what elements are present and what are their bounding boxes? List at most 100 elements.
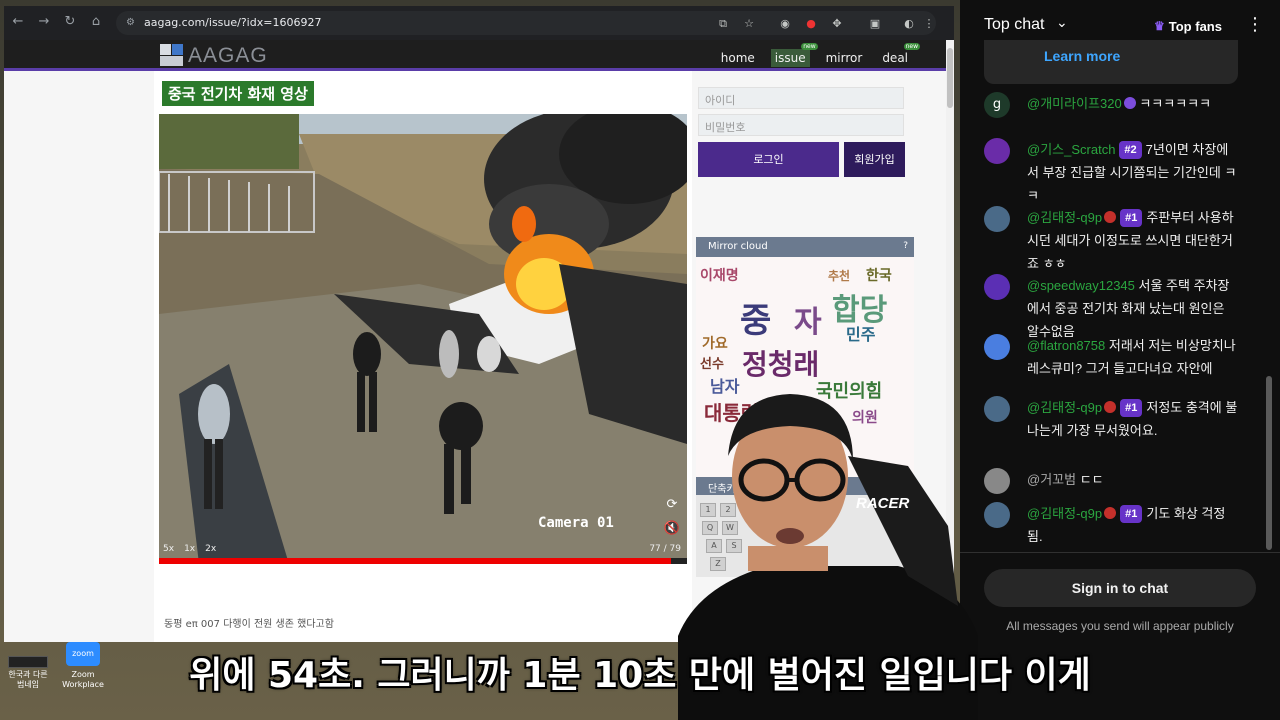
post-column: 중국 전기차 화재 영상 Camera 01 ⟳ 🔇 5x 1x 2x 77 /… — [154, 71, 692, 642]
chat-author[interactable]: @flatron8758 — [1027, 338, 1105, 353]
avatar[interactable]: g — [984, 92, 1010, 118]
chat-text: ㄷㄷ — [1079, 472, 1104, 487]
install-icon[interactable]: ⧉ — [716, 17, 730, 31]
mirror-cloud-title: Mirror cloud — [708, 241, 768, 252]
chat-author[interactable]: @기스_Scratch — [1027, 142, 1115, 157]
chat-message-body: @김태정-q9p #1 기도 화상 걱정됨. — [1027, 502, 1239, 548]
site-logo-icon[interactable] — [160, 44, 184, 66]
top-fan-rank-badge: #2 — [1119, 141, 1142, 159]
cloud-word[interactable]: 한국 — [866, 265, 892, 285]
member-badge-icon — [1123, 97, 1136, 109]
video-progress-fill — [159, 558, 672, 564]
side-panel-icon[interactable]: ▣ — [868, 17, 882, 31]
chat-message-body: @거꼬범 ㄷㄷ — [1027, 468, 1239, 491]
site-header: AAGAG home issue new mirror deal new — [4, 40, 954, 70]
top-fan-rank-badge: #1 — [1120, 505, 1143, 523]
top-fan-rank-badge: #1 — [1120, 209, 1143, 227]
frame-counter: 77 / 79 — [649, 544, 681, 554]
top-fan-rank-badge: #1 — [1120, 399, 1143, 417]
chat-author[interactable]: @김태정-q9p — [1027, 506, 1102, 521]
forward-icon[interactable]: → — [36, 14, 52, 30]
chevron-down-icon[interactable]: ⌄ — [1056, 15, 1068, 31]
sign-in-to-chat-button[interactable]: Sign in to chat — [984, 569, 1256, 607]
address-bar[interactable]: ⚙ aagag.com/issue/?idx=1606927 ⧉ ☆ ◉ ● ✥… — [116, 11, 936, 35]
crown-icon: ♛ — [1154, 19, 1165, 33]
learn-more-card: Learn more — [984, 40, 1238, 84]
avatar[interactable] — [984, 206, 1010, 232]
speed-5x-button[interactable]: 5x — [163, 544, 174, 554]
extension-icon-1[interactable]: ◉ — [778, 17, 792, 31]
chat-scrollbar[interactable] — [1266, 60, 1272, 550]
extensions-puzzle-icon[interactable]: ✥ — [830, 17, 844, 31]
chat-scroll-thumb[interactable] — [1266, 376, 1272, 550]
top-fans-label: Top fans — [1168, 18, 1222, 34]
svg-text:RACER: RACER — [856, 495, 910, 512]
learn-more-link[interactable]: Learn more — [1044, 48, 1120, 64]
cloud-word[interactable]: 가요 — [702, 333, 728, 353]
browser-menu-icon[interactable]: ⋮ — [922, 17, 936, 31]
chat-message-body: @개미라이프320 ㅋㅋㅋㅋㅋㅋ — [1027, 92, 1239, 115]
chat-author[interactable]: @개미라이프320 — [1027, 96, 1122, 111]
cloud-word[interactable]: 민주 — [846, 321, 875, 345]
site-info-icon[interactable]: ⚙ — [126, 17, 138, 29]
new-badge: new — [903, 43, 920, 50]
signup-button[interactable]: 회원가입 — [844, 142, 905, 177]
chat-message-body: @speedway12345 서울 주택 주차장에서 중공 전기차 화재 났는대… — [1027, 274, 1239, 343]
nav-issue[interactable]: issue new — [770, 43, 818, 67]
post-caption: 동평 eπ 007 다행이 전원 생존 했다고함 — [164, 619, 334, 630]
avatar[interactable] — [984, 334, 1010, 360]
avatar[interactable] — [984, 396, 1010, 422]
video-frame — [159, 114, 687, 564]
member-badge-icon — [1104, 507, 1117, 519]
more-options-icon[interactable]: ⋮ — [1246, 14, 1264, 36]
camera-label: Camera 01 — [538, 515, 614, 531]
reload-icon[interactable]: ↻ — [62, 14, 78, 30]
id-field[interactable]: 아이디 — [698, 87, 904, 109]
back-icon[interactable]: ← — [10, 14, 26, 30]
cloud-word[interactable]: 중 — [740, 293, 771, 342]
member-badge-icon — [1104, 211, 1117, 223]
cloud-word[interactable]: 자 — [794, 297, 822, 341]
cloud-word[interactable]: 추천 — [828, 267, 850, 284]
password-field[interactable]: 비밀번호 — [698, 114, 904, 136]
chat-message-body: @기스_Scratch #2 7년이면 차장에서 부장 진급할 시기쯤되는 기간인데… — [1027, 138, 1239, 207]
page-scroll-thumb[interactable] — [947, 48, 953, 108]
avatar[interactable] — [984, 502, 1010, 528]
site-nav: home issue new mirror deal new — [717, 43, 920, 67]
extension-icon-2[interactable]: ● — [804, 17, 818, 31]
speed-controls: 5x 1x 2x — [163, 544, 216, 554]
video-player[interactable]: Camera 01 ⟳ 🔇 5x 1x 2x 77 / 79 — [159, 114, 687, 564]
chat-author[interactable]: @거꼬범 — [1027, 472, 1076, 487]
nav-home[interactable]: home — [717, 49, 759, 67]
public-messages-note: All messages you send will appear public… — [1006, 619, 1234, 633]
profile-avatar-icon[interactable]: ◐ — [902, 17, 916, 31]
new-badge: new — [801, 43, 818, 50]
avatar[interactable] — [984, 138, 1010, 164]
site-logo-text[interactable]: AAGAG — [188, 44, 268, 68]
mirror-cloud-header: Mirror cloud ? — [696, 237, 914, 257]
home-icon[interactable]: ⌂ — [88, 14, 104, 30]
chat-author[interactable]: @김태정-q9p — [1027, 400, 1102, 415]
live-chat-panel: Top chat ⌄ ♛ Top fans ⋮ Learn more g @개미라… — [960, 0, 1280, 720]
address-url[interactable]: aagag.com/issue/?idx=1606927 — [144, 16, 321, 29]
nav-deal[interactable]: deal new — [878, 43, 920, 67]
speed-1x-button[interactable]: 1x — [184, 544, 195, 554]
chat-author[interactable]: @김태정-q9p — [1027, 210, 1102, 225]
nav-mirror[interactable]: mirror — [822, 49, 867, 67]
top-fans-button[interactable]: ♛ Top fans — [1146, 14, 1230, 38]
chat-mode-title[interactable]: Top chat — [984, 16, 1044, 34]
avatar[interactable] — [984, 274, 1010, 300]
video-progress-bar[interactable] — [159, 558, 687, 564]
cloud-word[interactable]: 이재명 — [700, 265, 739, 285]
chat-message-body: @김태정-q9p #1 저정도 충격에 불나는게 가장 무서웠어요. — [1027, 396, 1239, 442]
chat-author[interactable]: @speedway12345 — [1027, 278, 1135, 293]
speed-2x-button[interactable]: 2x — [205, 544, 216, 554]
cloud-word[interactable]: 선수 — [700, 353, 724, 372]
login-button[interactable]: 로그인 — [698, 142, 839, 177]
bookmark-star-icon[interactable]: ☆ — [742, 17, 756, 31]
avatar[interactable] — [984, 468, 1010, 494]
help-icon[interactable]: ? — [903, 241, 908, 251]
chat-message-body: @flatron8758 저래서 저는 비상망치나 레스큐미? 그거 들고다녀요… — [1027, 334, 1239, 380]
chat-message-body: @김태정-q9p #1 주판부터 사용하시던 세대가 이정도로 쓰시면 대단한거죠 … — [1027, 206, 1239, 275]
post-title: 중국 전기차 화재 영상 — [162, 81, 314, 106]
